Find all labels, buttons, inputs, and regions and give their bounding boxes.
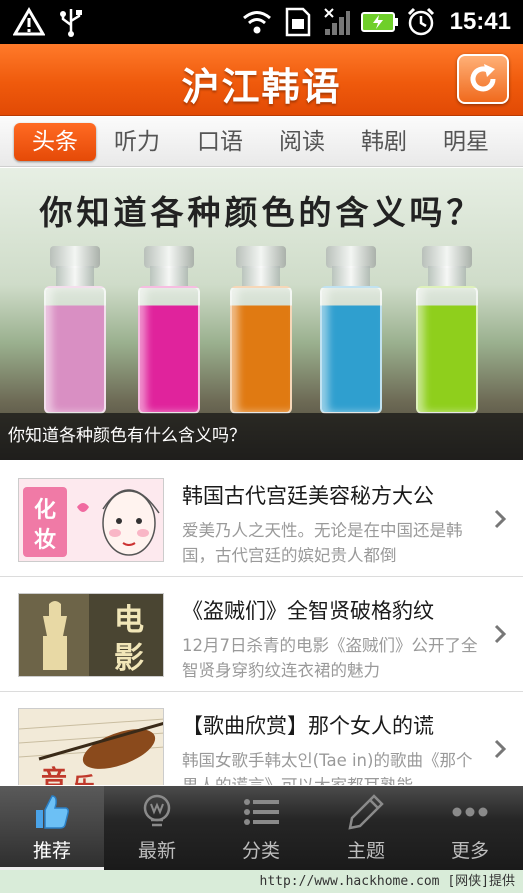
sim-icon	[282, 6, 314, 38]
thumb-text: 影	[114, 641, 144, 676]
thumb-text: 电	[114, 603, 144, 638]
list-item[interactable]: 电 影 《盗贼们》全智贤破格豹纹 12月7日杀青的电影《盗贼们》公开了全智贤身穿…	[0, 577, 523, 692]
thumb-text: 化	[34, 497, 56, 523]
list-icon	[244, 799, 279, 825]
battery-icon	[360, 6, 400, 38]
nav-categories[interactable]: 分类	[209, 786, 313, 870]
usb-icon	[56, 6, 86, 38]
vial-image	[318, 246, 384, 418]
banner-caption: 你知道各种颜色有什么含义吗？	[0, 413, 523, 460]
article-title: 【歌曲欣赏】那个女人的谎	[182, 714, 434, 738]
nav-label: 推荐	[32, 840, 71, 862]
article-title: 《盗贼们》全智贤破格豹纹	[182, 599, 434, 623]
nav-label: 更多	[450, 840, 489, 862]
tab-korean-drama[interactable]: 韩剧	[343, 123, 425, 161]
article-summary: 爱美乃人之天性。无论是在中国还是韩国，古代宫廷的嫔妃贵人都倒	[182, 521, 463, 565]
app-header: 沪江韩语	[0, 44, 523, 116]
alarm-clock-icon	[404, 6, 438, 38]
chevron-right-icon	[494, 739, 507, 759]
wifi-icon	[240, 6, 274, 38]
tab-listening[interactable]: 听力	[96, 123, 178, 161]
refresh-button[interactable]	[457, 54, 509, 104]
nav-latest[interactable]: 最新	[105, 786, 209, 870]
nav-label: 主题	[346, 840, 385, 862]
article-thumbnail: 音 乐	[18, 708, 164, 785]
tab-celebrities[interactable]: 明星	[425, 123, 507, 161]
article-thumbnail: 化 妆	[18, 478, 164, 562]
article-summary: 12月7日杀青的电影《盗贼们》公开了全智贤身穿豹纹连衣裙的魅力	[182, 636, 478, 680]
vial-image	[136, 246, 202, 418]
cellular-signal-icon	[322, 6, 352, 38]
vial-image	[228, 246, 294, 418]
nav-recommended[interactable]: 推荐	[0, 786, 104, 870]
thumbs-up-icon	[36, 795, 69, 829]
chevron-right-icon	[494, 624, 507, 644]
clock-time: 15:41	[449, 8, 511, 35]
article-list: 化 妆 韩国古代宫廷美容秘方大公 爱美乃人之天性。无论是在中国还是韩国，古代宫廷…	[0, 462, 523, 785]
chevron-right-icon	[494, 509, 507, 529]
tab-headlines[interactable]: 头条	[14, 123, 96, 161]
tab-reading[interactable]: 阅读	[261, 123, 343, 161]
nav-topics[interactable]: 主题	[314, 786, 418, 870]
list-item[interactable]: 音 乐 【歌曲欣赏】那个女人的谎 韩国女歌手韩太인(Tae in)的歌曲《那个男…	[0, 692, 523, 785]
category-tabs: 头条 听力 口语 阅读 韩剧 明星	[0, 117, 523, 167]
banner-headline: 你知道各种颜色的含义吗？	[39, 193, 484, 232]
article-summary: 韩国女歌手韩太인(Tae in)的歌曲《那个男人的谎言》可以大家都耳熟能	[182, 751, 473, 785]
article-title: 韩国古代宫廷美容秘方大公	[182, 484, 434, 508]
thumb-text: 妆	[34, 528, 56, 553]
signal-warning-icon	[12, 6, 46, 38]
article-thumbnail: 电 影	[18, 593, 164, 677]
nav-more[interactable]: 更多	[418, 786, 522, 870]
vial-image	[42, 246, 108, 418]
vial-image	[414, 246, 480, 418]
lightbulb-icon	[143, 794, 171, 827]
thumb-text: 音	[41, 765, 67, 785]
app-screen: 15:41 沪江韩语 头条 听力 口语 阅读 韩剧 明星 你知道各种颜色的含义吗…	[0, 0, 523, 870]
tab-speaking[interactable]: 口语	[179, 123, 261, 161]
more-dots-icon	[452, 807, 488, 817]
thumb-text: 乐	[73, 773, 95, 785]
nav-label: 最新	[137, 840, 176, 862]
featured-banner[interactable]: 你知道各种颜色的含义吗？ 你知道各种颜色有什么含义吗？	[0, 168, 523, 460]
status-bar: 15:41	[0, 0, 523, 44]
watermark: http://www.hackhome.com [网侠]提供	[259, 874, 516, 889]
nav-label: 分类	[241, 840, 280, 862]
refresh-icon	[470, 64, 496, 92]
bottom-navigation: 推荐 最新 分类 主题 更多	[0, 786, 523, 870]
app-title: 沪江韩语	[181, 64, 342, 109]
list-item[interactable]: 化 妆 韩国古代宫廷美容秘方大公 爱美乃人之天性。无论是在中国还是韩国，古代宫廷…	[0, 462, 523, 577]
pencil-icon	[348, 794, 384, 830]
